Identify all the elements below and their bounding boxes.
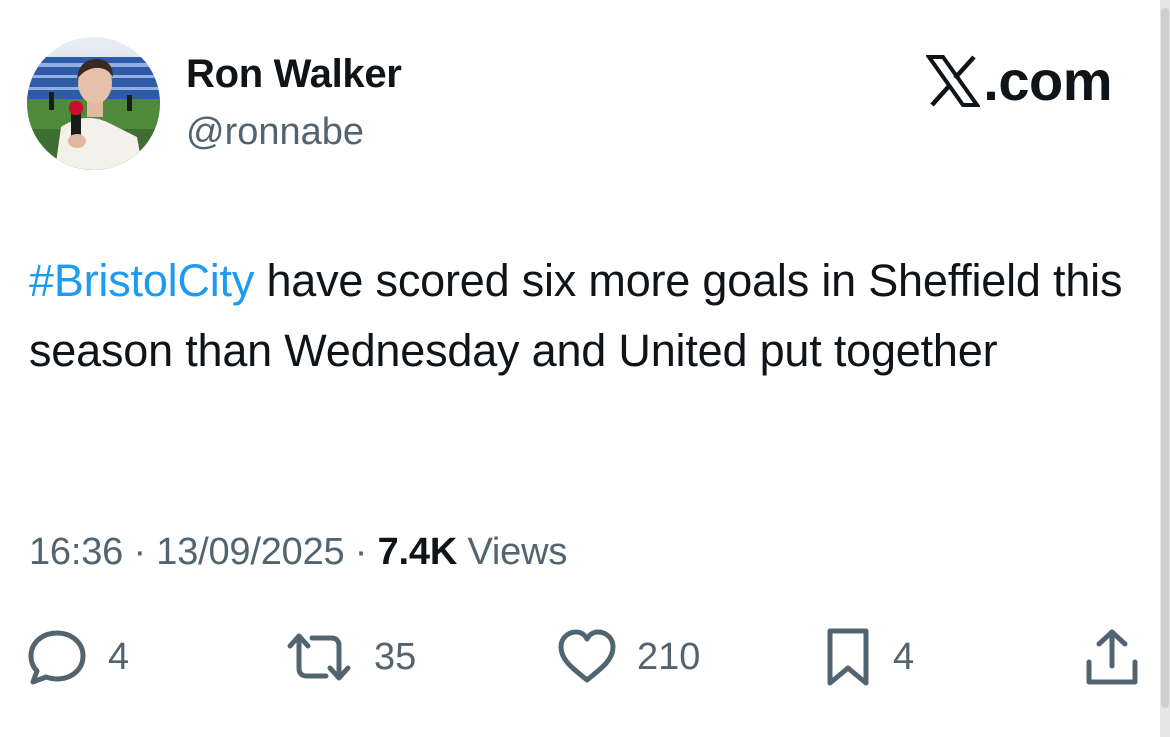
retweet-button[interactable]: 35 [284,628,416,686]
tweet-meta: 16:36 · 13/09/2025 · 7.4K Views [29,531,567,574]
like-count: 210 [637,635,701,678]
tweet-time[interactable]: 16:36 [29,531,123,573]
bookmark-button[interactable]: 4 [823,628,914,686]
scrollbar-thumb[interactable] [1161,8,1169,708]
share-button[interactable] [1084,628,1140,686]
retweet-count: 35 [374,635,417,678]
like-button[interactable]: 210 [557,628,700,686]
bookmark-count: 4 [893,635,915,678]
meta-separator: · [344,531,378,573]
x-logo-icon [926,54,981,107]
hashtag-link[interactable]: #BristolCity [29,255,254,306]
author-display-name[interactable]: Ron Walker [186,52,402,97]
brand: .com [926,48,1112,113]
reply-count: 4 [108,635,130,678]
views-count[interactable]: 7.4K [378,531,458,573]
tweet-date[interactable]: 13/09/2025 [156,531,344,573]
share-icon [1086,629,1138,685]
reply-icon [28,630,86,685]
retweet-icon [287,633,351,681]
avatar-image [27,37,160,170]
views-label: Views [457,531,568,573]
brand-label: .com [983,49,1112,112]
tweet-text: #BristolCity have scored six more goals … [29,246,1129,386]
reply-button[interactable]: 4 [26,628,129,686]
heart-icon [558,629,616,683]
scrollbar[interactable] [1160,0,1170,737]
author-handle[interactable]: @ronnabe [186,111,364,154]
meta-separator: · [123,531,157,573]
avatar[interactable] [27,37,160,170]
bookmark-icon [827,628,869,686]
